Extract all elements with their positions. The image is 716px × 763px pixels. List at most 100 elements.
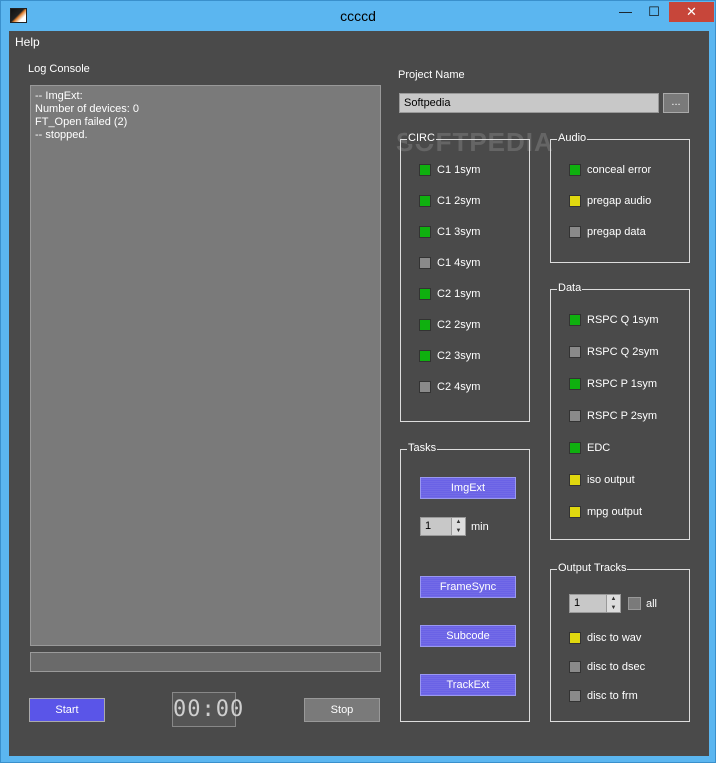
menu-help[interactable]: Help: [15, 35, 40, 49]
title-bar[interactable]: ccccd — ☐ ✕: [1, 1, 715, 31]
status-led: [569, 690, 581, 702]
audio-group: Audio conceal error pregap audio pregap da…: [550, 132, 690, 263]
circ-indicator-label: C2 3sym: [437, 350, 481, 362]
circ-indicator: C1 1sym: [419, 164, 480, 176]
status-led: [419, 381, 431, 393]
log-line: FT_Open failed (2): [35, 116, 128, 128]
circ-indicator-label: C1 4sym: [437, 257, 481, 269]
spin-up-icon[interactable]: ▲: [607, 595, 620, 604]
status-led: [569, 226, 581, 238]
audio-group-title: Audio: [557, 132, 588, 144]
data-indicator: EDC: [569, 442, 610, 454]
output-indicator: disc to frm: [569, 690, 638, 702]
spin-down-icon[interactable]: ▼: [452, 526, 465, 535]
status-led: [419, 195, 431, 207]
tasks-group-title: Tasks: [407, 442, 438, 454]
status-led: [569, 410, 581, 422]
minimize-button[interactable]: —: [612, 2, 639, 22]
output-indicator: disc to wav: [569, 632, 641, 644]
output-indicator-label: disc to frm: [587, 690, 638, 702]
data-indicator-label: RSPC Q 2sym: [587, 346, 659, 358]
trackext-button[interactable]: TrackExt: [420, 674, 516, 696]
circ-indicator: C2 1sym: [419, 288, 480, 300]
data-group-title: Data: [557, 282, 583, 294]
log-line: Number of devices: 0: [35, 103, 139, 115]
progress-bar: [30, 652, 381, 672]
track-spinbox[interactable]: 1 ▲ ▼: [569, 594, 621, 613]
status-led: [569, 164, 581, 176]
circ-group: CIRC C1 1sym C1 2sym C1 3sym C1 4sym C2 1sym…: [400, 132, 530, 422]
data-indicator: iso output: [569, 474, 635, 486]
circ-indicator: C2 2sym: [419, 319, 480, 331]
data-indicator: RSPC P 2sym: [569, 410, 657, 422]
status-led: [569, 506, 581, 518]
track-value: 1: [574, 597, 581, 609]
all-tracks-checkbox[interactable]: [628, 597, 641, 610]
log-console-label: Log Console: [28, 63, 90, 75]
status-led: [419, 350, 431, 362]
circ-indicator-label: C1 3sym: [437, 226, 481, 238]
spin-down-icon[interactable]: ▼: [607, 603, 620, 612]
audio-indicator: conceal error: [569, 164, 651, 176]
output-indicator-label: disc to wav: [587, 632, 642, 644]
status-led: [569, 378, 581, 390]
data-indicator: RSPC P 1sym: [569, 378, 657, 390]
status-led: [569, 474, 581, 486]
status-led: [419, 164, 431, 176]
status-led: [419, 226, 431, 238]
minutes-value: 1: [425, 520, 432, 532]
log-console[interactable]: -- ImgExt: Number of devices: 0 FT_Open …: [30, 85, 381, 646]
app-window: ccccd — ☐ ✕ Help Log Console -- ImgExt: …: [0, 0, 716, 763]
status-led: [569, 661, 581, 673]
framesync-button[interactable]: FrameSync: [420, 576, 516, 598]
tasks-group: Tasks ImgExt 1 ▲ ▼ min FrameSync Subcode…: [400, 442, 530, 722]
data-indicator-label: RSPC P 1sym: [587, 378, 658, 390]
circ-indicator-label: C1 2sym: [437, 195, 481, 207]
circ-indicator: C2 4sym: [419, 381, 480, 393]
status-led: [419, 319, 431, 331]
audio-indicator-label: conceal error: [587, 164, 652, 176]
output-indicator-label: disc to dsec: [587, 661, 646, 673]
status-led: [569, 632, 581, 644]
circ-indicator: C2 3sym: [419, 350, 480, 362]
circ-group-title: CIRC: [407, 132, 436, 144]
project-name-label: Project Name: [398, 69, 465, 81]
close-button[interactable]: ✕: [669, 2, 714, 22]
audio-indicator-label: pregap audio: [587, 195, 652, 207]
circ-indicator-label: C2 2sym: [437, 319, 481, 331]
spin-up-icon[interactable]: ▲: [452, 518, 465, 527]
data-indicator-label: EDC: [587, 442, 611, 454]
data-indicator-label: RSPC P 2sym: [587, 410, 658, 422]
data-indicator: RSPC Q 2sym: [569, 346, 659, 358]
browse-button[interactable]: ...: [663, 93, 689, 113]
status-led: [419, 288, 431, 300]
elapsed-timer: 00:00: [172, 692, 243, 727]
circ-indicator-label: C2 1sym: [437, 288, 481, 300]
maximize-button[interactable]: ☐: [641, 2, 667, 22]
data-group: Data RSPC Q 1sym RSPC Q 2sym RSPC P 1sym RS…: [550, 282, 690, 540]
subcode-button[interactable]: Subcode: [420, 625, 516, 647]
menu-bar: Help: [9, 31, 709, 53]
circ-indicator: C1 3sym: [419, 226, 480, 238]
audio-indicator-label: pregap data: [587, 226, 646, 238]
stop-button[interactable]: Stop: [304, 698, 380, 722]
status-led: [569, 346, 581, 358]
circ-indicator-label: C2 4sym: [437, 381, 481, 393]
data-indicator: mpg output: [569, 506, 642, 518]
minutes-spinbox[interactable]: 1 ▲ ▼: [420, 517, 466, 536]
log-line: -- stopped.: [35, 129, 88, 141]
output-indicator: disc to dsec: [569, 661, 645, 673]
audio-indicator: pregap data: [569, 226, 646, 238]
minutes-label: min: [471, 521, 489, 533]
data-indicator-label: mpg output: [587, 506, 643, 518]
all-tracks-label: all: [646, 598, 658, 610]
circ-indicator: C1 4sym: [419, 257, 480, 269]
project-name-input[interactable]: Softpedia: [399, 93, 659, 113]
start-button[interactable]: Start: [29, 698, 105, 722]
client-area: Help Log Console -- ImgExt: Number of de…: [9, 31, 709, 756]
imgext-button[interactable]: ImgExt: [420, 477, 516, 499]
data-indicator: RSPC Q 1sym: [569, 314, 659, 326]
status-led: [419, 257, 431, 269]
status-led: [569, 442, 581, 454]
circ-indicator-label: C1 1sym: [437, 164, 481, 176]
